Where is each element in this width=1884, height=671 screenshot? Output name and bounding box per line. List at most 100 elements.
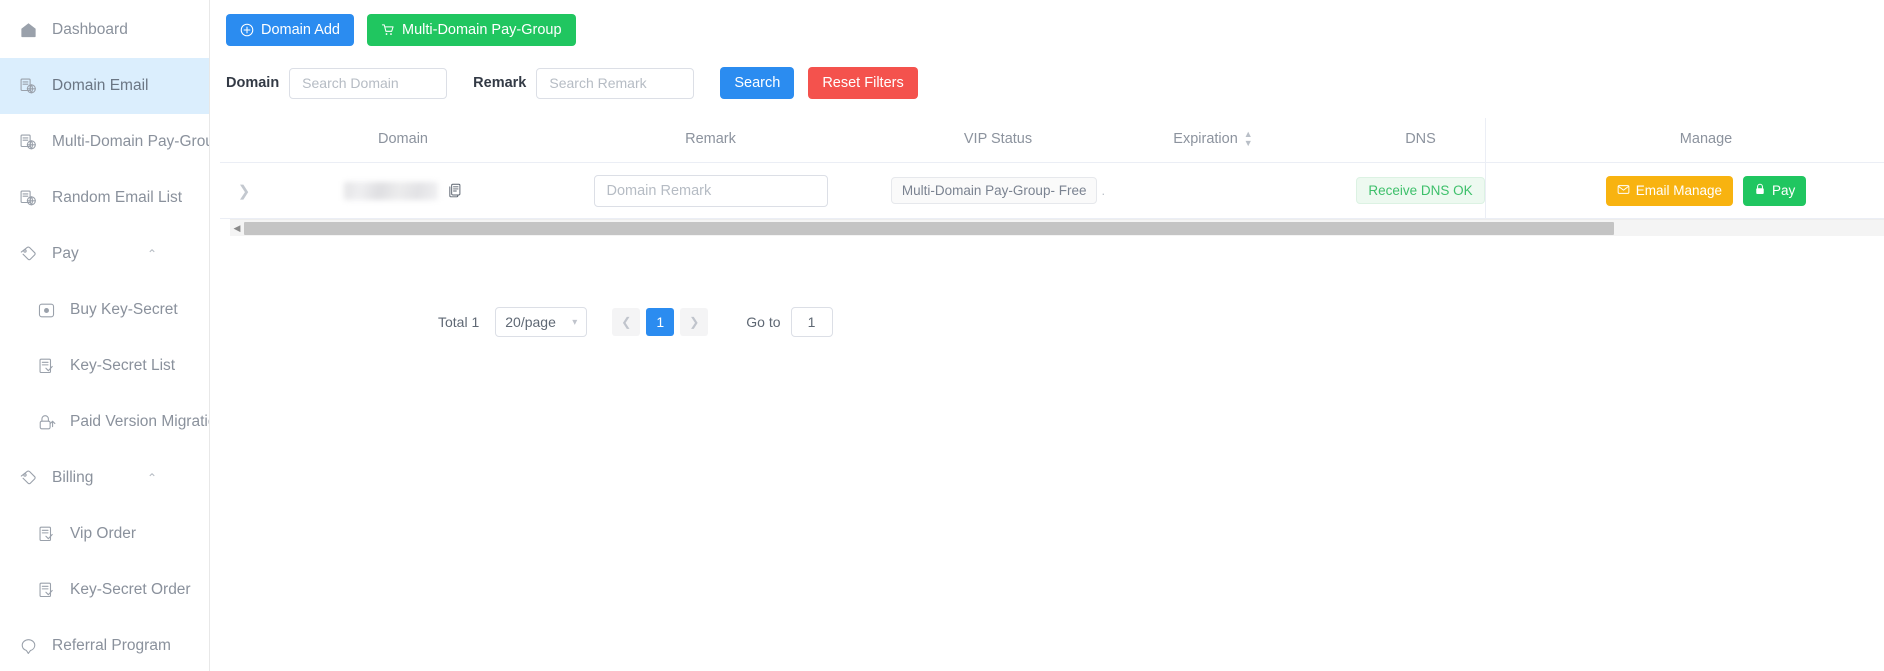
scrollbar-thumb[interactable]	[244, 221, 1614, 235]
reset-filters-label: Reset Filters	[822, 74, 904, 91]
sidebar-item-referral-program[interactable]: Referral Program ⌃	[0, 618, 209, 671]
vip-status-badge: Multi-Domain Pay-Group- Free	[890, 177, 1098, 204]
th-vip-status: VIP Status	[883, 118, 1113, 163]
th-expiration-label: Expiration	[1173, 130, 1238, 147]
chevron-up-icon[interactable]: ⌃	[147, 472, 157, 484]
migration-icon	[36, 412, 56, 432]
pay-icon	[18, 244, 38, 264]
main-content: Domain Add Multi-Domain Pay-Group Domain…	[210, 0, 1884, 671]
row-domain-cell	[268, 162, 538, 219]
chevron-up-icon[interactable]: ⌃	[147, 640, 157, 652]
sidebar-item-label: Key-Secret List	[70, 357, 176, 374]
th-dns: DNS	[1313, 118, 1528, 163]
cart-icon	[381, 23, 395, 37]
email-manage-label: Email Manage	[1635, 182, 1723, 198]
search-domain-input[interactable]	[289, 67, 448, 99]
buy-key-icon	[36, 300, 56, 320]
search-button[interactable]: Search	[720, 67, 795, 99]
sidebar-item-label: Buy Key-Secret	[70, 301, 178, 318]
sidebar-item-label: Domain Email	[52, 77, 149, 94]
action-toolbar: Domain Add Multi-Domain Pay-Group	[210, 0, 1884, 46]
sidebar-item-label: Paid Version Migration	[70, 413, 209, 430]
billing-icon	[18, 468, 38, 488]
page-number-1[interactable]: 1	[646, 308, 675, 336]
email-manage-button[interactable]: Email Manage	[1605, 175, 1734, 206]
chevron-right-icon[interactable]: ❯	[238, 182, 251, 200]
sidebar-item-buy-key-secret[interactable]: Buy Key-Secret	[0, 282, 209, 338]
th-manage: Manage	[1528, 118, 1884, 163]
sidebar-item-label: Billing	[52, 469, 94, 486]
domain-filter-label: Domain	[226, 75, 280, 91]
sidebar-item-domain-email[interactable]: Domain Email	[0, 58, 209, 114]
sidebar-item-label: Key-Secret Order	[70, 581, 191, 598]
goto-page-input[interactable]	[790, 307, 833, 337]
sidebar-item-dashboard[interactable]: Dashboard	[0, 2, 209, 58]
next-page-button[interactable]: ❯	[680, 308, 709, 336]
multi-domain-pay-group-button[interactable]: Multi-Domain Pay-Group	[367, 14, 576, 46]
vip-order-icon	[36, 524, 56, 544]
horizontal-scrollbar[interactable]: ◀	[230, 219, 1884, 236]
sidebar-item-pay[interactable]: Pay ⌃	[0, 226, 209, 282]
sidebar-item-label: Vip Order	[70, 525, 137, 542]
multi-domain-icon	[18, 132, 38, 152]
chevron-right-icon: ❯	[689, 315, 700, 329]
sidebar-item-label: Random Email List	[52, 189, 183, 206]
row-manage-cell: Email Manage Pay	[1528, 162, 1884, 219]
goto-label: Go to	[746, 314, 781, 330]
sidebar-item-key-secret-list[interactable]: Key-Secret List	[0, 338, 209, 394]
table-row: ❯ Multi-Domain Pay-Group- Free. Receive DN…	[220, 162, 1884, 219]
sidebar-item-label: Dashboard	[52, 21, 128, 38]
domain-add-label: Domain Add	[261, 21, 340, 38]
referral-icon	[18, 636, 38, 656]
row-vip-cell: Multi-Domain Pay-Group- Free.	[883, 162, 1113, 219]
sidebar-item-key-secret-order[interactable]: Key-Secret Order	[0, 562, 209, 618]
scroll-left-arrow-icon[interactable]: ◀	[230, 223, 244, 233]
sidebar: Dashboard Domain Email Multi-Domain Pay-Gr…	[0, 0, 210, 671]
th-domain: Domain	[268, 118, 538, 163]
filter-bar: Domain Remark Search Reset Filters	[210, 66, 1884, 100]
row-expand-cell[interactable]: ❯	[220, 162, 268, 219]
domain-value-redacted	[344, 181, 438, 200]
page-size-select[interactable]: 20/page ▾	[495, 307, 588, 337]
dns-status-badge: Receive DNS OK	[1356, 177, 1485, 204]
th-remark: Remark	[538, 118, 883, 163]
random-email-icon	[18, 188, 38, 208]
sidebar-item-vip-order[interactable]: Vip Order	[0, 506, 209, 562]
scrollbar-track[interactable]	[244, 221, 1884, 235]
sidebar-item-billing[interactable]: Billing ⌃	[0, 450, 209, 506]
chevron-down-icon: ▾	[572, 316, 578, 328]
domain-table: Domain Remark VIP Status Expiration ▲ ▼ DN…	[220, 118, 1884, 236]
search-remark-input[interactable]	[536, 67, 695, 99]
domain-email-icon	[18, 76, 38, 96]
table-header-row: Domain Remark VIP Status Expiration ▲ ▼ DN…	[220, 118, 1884, 163]
copy-icon[interactable]	[448, 183, 462, 198]
chevron-left-icon: ❮	[621, 315, 632, 329]
sort-arrows-icon[interactable]: ▲ ▼	[1244, 130, 1253, 148]
lock-icon	[1754, 183, 1766, 199]
th-expiration[interactable]: Expiration ▲ ▼	[1113, 118, 1313, 163]
sidebar-item-random-email-list[interactable]: Random Email List	[0, 170, 209, 226]
sidebar-item-label: Pay	[52, 245, 79, 262]
key-order-icon	[36, 580, 56, 600]
prev-page-button[interactable]: ❮	[612, 308, 641, 336]
sidebar-item-paid-version-migration[interactable]: Paid Version Migration	[0, 394, 209, 450]
home-icon	[18, 20, 38, 40]
page-size-value: 20/page	[505, 314, 556, 330]
reset-filters-button[interactable]: Reset Filters	[808, 67, 918, 99]
total-count-label: Total 1	[438, 314, 480, 330]
sidebar-item-label: Multi-Domain Pay-Group	[52, 133, 209, 150]
chevron-up-icon[interactable]: ⌃	[147, 248, 157, 260]
key-list-icon	[36, 356, 56, 376]
row-expiration-cell	[1113, 162, 1313, 219]
multi-domain-pay-group-label: Multi-Domain Pay-Group	[402, 21, 562, 38]
pagination: Total 1 20/page ▾ ❮ 1 ❯ Go to	[438, 307, 833, 337]
sidebar-item-multi-domain-pay-group[interactable]: Multi-Domain Pay-Group	[0, 114, 209, 170]
row-remark-cell	[538, 162, 883, 219]
search-button-label: Search	[734, 74, 781, 91]
row-dns-cell: Receive DNS OK	[1313, 162, 1528, 219]
domain-remark-input[interactable]	[593, 174, 828, 207]
pay-button[interactable]: Pay	[1743, 175, 1807, 206]
domain-add-button[interactable]: Domain Add	[226, 14, 354, 46]
app-root: Dashboard Domain Email Multi-Domain Pay-Gr…	[0, 0, 1884, 671]
th-expand	[220, 118, 268, 163]
